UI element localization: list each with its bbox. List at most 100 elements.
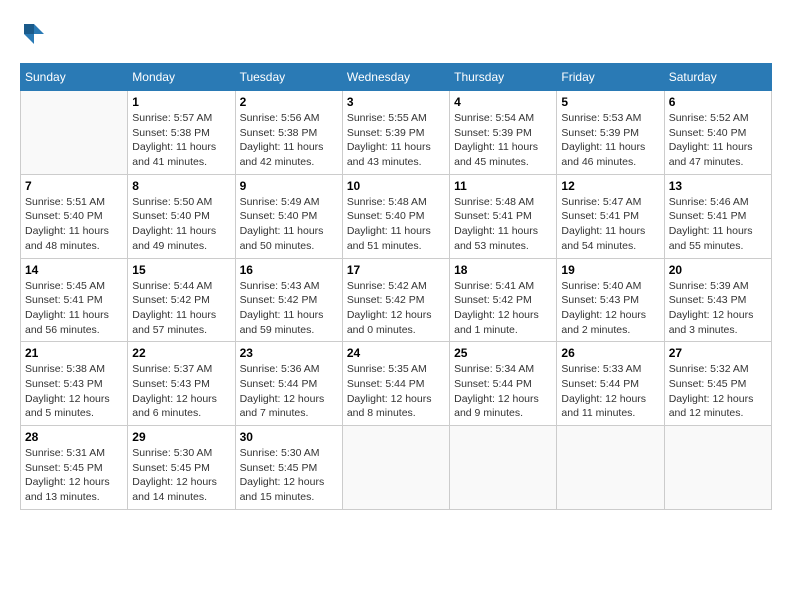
- day-info: Sunrise: 5:45 AMSunset: 5:41 PMDaylight:…: [25, 279, 123, 338]
- calendar-cell: 28 Sunrise: 5:31 AMSunset: 5:45 PMDayligh…: [21, 426, 128, 510]
- day-info: Sunrise: 5:47 AMSunset: 5:41 PMDaylight:…: [561, 195, 659, 254]
- day-number: 23: [240, 346, 338, 360]
- weekday-header-sunday: Sunday: [21, 64, 128, 91]
- calendar-cell: 24Sunrise: 5:35 AMSunset: 5:44 PMDayligh…: [342, 342, 449, 426]
- calendar-cell: 19 Sunrise: 5:40 AMSunset: 5:43 PMDayligh…: [557, 258, 664, 342]
- day-number: 9: [240, 179, 338, 193]
- day-number: 10: [347, 179, 445, 193]
- day-number: 22: [132, 346, 230, 360]
- day-number: 14: [25, 263, 123, 277]
- calendar-cell: 7Sunrise: 5:51 AMSunset: 5:40 PMDaylight…: [21, 174, 128, 258]
- day-info: Sunrise: 5:30 AMSunset: 5:45 PMDaylight:…: [132, 446, 230, 505]
- day-info: Sunrise: 5:48 AMSunset: 5:40 PMDaylight:…: [347, 195, 445, 254]
- calendar-cell: [557, 426, 664, 510]
- calendar-cell: 16 Sunrise: 5:43 AMSunset: 5:42 PMDayligh…: [235, 258, 342, 342]
- day-number: 12: [561, 179, 659, 193]
- day-info: Sunrise: 5:48 AMSunset: 5:41 PMDaylight:…: [454, 195, 552, 254]
- calendar-cell: 17 Sunrise: 5:42 AMSunset: 5:42 PMDayligh…: [342, 258, 449, 342]
- calendar-cell: 18 Sunrise: 5:41 AMSunset: 5:42 PMDayligh…: [450, 258, 557, 342]
- day-info: Sunrise: 5:49 AMSunset: 5:40 PMDaylight:…: [240, 195, 338, 254]
- day-info: Sunrise: 5:43 AMSunset: 5:42 PMDaylight:…: [240, 279, 338, 338]
- day-info: Sunrise: 5:56 AMSunset: 5:38 PMDaylight:…: [240, 111, 338, 170]
- day-number: 4: [454, 95, 552, 109]
- day-info: Sunrise: 5:40 AMSunset: 5:43 PMDaylight:…: [561, 279, 659, 338]
- calendar-week-1: 7Sunrise: 5:51 AMSunset: 5:40 PMDaylight…: [21, 174, 772, 258]
- calendar-cell: 14 Sunrise: 5:45 AMSunset: 5:41 PMDayligh…: [21, 258, 128, 342]
- day-info: Sunrise: 5:42 AMSunset: 5:42 PMDaylight:…: [347, 279, 445, 338]
- day-number: 21: [25, 346, 123, 360]
- calendar-table: SundayMondayTuesdayWednesdayThursdayFrid…: [20, 63, 772, 510]
- day-number: 1: [132, 95, 230, 109]
- calendar-week-4: 28 Sunrise: 5:31 AMSunset: 5:45 PMDayligh…: [21, 426, 772, 510]
- day-info: Sunrise: 5:52 AMSunset: 5:40 PMDaylight:…: [669, 111, 767, 170]
- day-info: Sunrise: 5:34 AMSunset: 5:44 PMDaylight:…: [454, 362, 552, 421]
- day-number: 30: [240, 430, 338, 444]
- calendar-cell: 8 Sunrise: 5:50 AMSunset: 5:40 PMDaylight…: [128, 174, 235, 258]
- day-number: 18: [454, 263, 552, 277]
- weekday-header-friday: Friday: [557, 64, 664, 91]
- calendar-week-3: 21 Sunrise: 5:38 AMSunset: 5:43 PMDayligh…: [21, 342, 772, 426]
- weekday-row: SundayMondayTuesdayWednesdayThursdayFrid…: [21, 64, 772, 91]
- calendar-header: SundayMondayTuesdayWednesdayThursdayFrid…: [21, 64, 772, 91]
- calendar-week-2: 14 Sunrise: 5:45 AMSunset: 5:41 PMDayligh…: [21, 258, 772, 342]
- day-number: 16: [240, 263, 338, 277]
- day-info: Sunrise: 5:37 AMSunset: 5:43 PMDaylight:…: [132, 362, 230, 421]
- weekday-header-monday: Monday: [128, 64, 235, 91]
- weekday-header-wednesday: Wednesday: [342, 64, 449, 91]
- weekday-header-thursday: Thursday: [450, 64, 557, 91]
- day-number: 8: [132, 179, 230, 193]
- day-number: 27: [669, 346, 767, 360]
- calendar-week-0: 1 Sunrise: 5:57 AMSunset: 5:38 PMDaylight…: [21, 91, 772, 175]
- calendar-cell: 25 Sunrise: 5:34 AMSunset: 5:44 PMDayligh…: [450, 342, 557, 426]
- calendar-cell: 21 Sunrise: 5:38 AMSunset: 5:43 PMDayligh…: [21, 342, 128, 426]
- calendar-cell: 22 Sunrise: 5:37 AMSunset: 5:43 PMDayligh…: [128, 342, 235, 426]
- calendar-cell: 23Sunrise: 5:36 AMSunset: 5:44 PMDayligh…: [235, 342, 342, 426]
- calendar-cell: [21, 91, 128, 175]
- calendar-cell: 29 Sunrise: 5:30 AMSunset: 5:45 PMDayligh…: [128, 426, 235, 510]
- day-number: 3: [347, 95, 445, 109]
- calendar-cell: 20 Sunrise: 5:39 AMSunset: 5:43 PMDayligh…: [664, 258, 771, 342]
- calendar-cell: 27 Sunrise: 5:32 AMSunset: 5:45 PMDayligh…: [664, 342, 771, 426]
- calendar-cell: 2 Sunrise: 5:56 AMSunset: 5:38 PMDaylight…: [235, 91, 342, 175]
- calendar-cell: 10 Sunrise: 5:48 AMSunset: 5:40 PMDayligh…: [342, 174, 449, 258]
- day-info: Sunrise: 5:39 AMSunset: 5:43 PMDaylight:…: [669, 279, 767, 338]
- weekday-header-saturday: Saturday: [664, 64, 771, 91]
- calendar-cell: 30 Sunrise: 5:30 AMSunset: 5:45 PMDayligh…: [235, 426, 342, 510]
- day-info: Sunrise: 5:41 AMSunset: 5:42 PMDaylight:…: [454, 279, 552, 338]
- calendar-cell: 6 Sunrise: 5:52 AMSunset: 5:40 PMDaylight…: [664, 91, 771, 175]
- day-number: 6: [669, 95, 767, 109]
- day-number: 2: [240, 95, 338, 109]
- day-info: Sunrise: 5:54 AMSunset: 5:39 PMDaylight:…: [454, 111, 552, 170]
- calendar-cell: 9 Sunrise: 5:49 AMSunset: 5:40 PMDaylight…: [235, 174, 342, 258]
- day-number: 29: [132, 430, 230, 444]
- calendar-cell: 1 Sunrise: 5:57 AMSunset: 5:38 PMDaylight…: [128, 91, 235, 175]
- calendar-cell: 15Sunrise: 5:44 AMSunset: 5:42 PMDayligh…: [128, 258, 235, 342]
- calendar-cell: [664, 426, 771, 510]
- day-info: Sunrise: 5:50 AMSunset: 5:40 PMDaylight:…: [132, 195, 230, 254]
- calendar-cell: 12 Sunrise: 5:47 AMSunset: 5:41 PMDayligh…: [557, 174, 664, 258]
- calendar-cell: 26Sunrise: 5:33 AMSunset: 5:44 PMDayligh…: [557, 342, 664, 426]
- calendar-cell: 4 Sunrise: 5:54 AMSunset: 5:39 PMDaylight…: [450, 91, 557, 175]
- day-number: 25: [454, 346, 552, 360]
- day-number: 24: [347, 346, 445, 360]
- day-number: 20: [669, 263, 767, 277]
- day-number: 11: [454, 179, 552, 193]
- day-number: 13: [669, 179, 767, 193]
- day-number: 17: [347, 263, 445, 277]
- day-number: 19: [561, 263, 659, 277]
- day-info: Sunrise: 5:38 AMSunset: 5:43 PMDaylight:…: [25, 362, 123, 421]
- day-info: Sunrise: 5:53 AMSunset: 5:39 PMDaylight:…: [561, 111, 659, 170]
- calendar-body: 1 Sunrise: 5:57 AMSunset: 5:38 PMDaylight…: [21, 91, 772, 510]
- calendar-cell: 13Sunrise: 5:46 AMSunset: 5:41 PMDayligh…: [664, 174, 771, 258]
- day-info: Sunrise: 5:51 AMSunset: 5:40 PMDaylight:…: [25, 195, 123, 254]
- day-number: 15: [132, 263, 230, 277]
- day-info: Sunrise: 5:32 AMSunset: 5:45 PMDaylight:…: [669, 362, 767, 421]
- day-info: Sunrise: 5:57 AMSunset: 5:38 PMDaylight:…: [132, 111, 230, 170]
- day-number: 28: [25, 430, 123, 444]
- calendar-cell: 11 Sunrise: 5:48 AMSunset: 5:41 PMDayligh…: [450, 174, 557, 258]
- logo-icon: [20, 20, 48, 53]
- calendar-cell: [342, 426, 449, 510]
- logo: [20, 20, 52, 53]
- day-info: Sunrise: 5:31 AMSunset: 5:45 PMDaylight:…: [25, 446, 123, 505]
- day-info: Sunrise: 5:30 AMSunset: 5:45 PMDaylight:…: [240, 446, 338, 505]
